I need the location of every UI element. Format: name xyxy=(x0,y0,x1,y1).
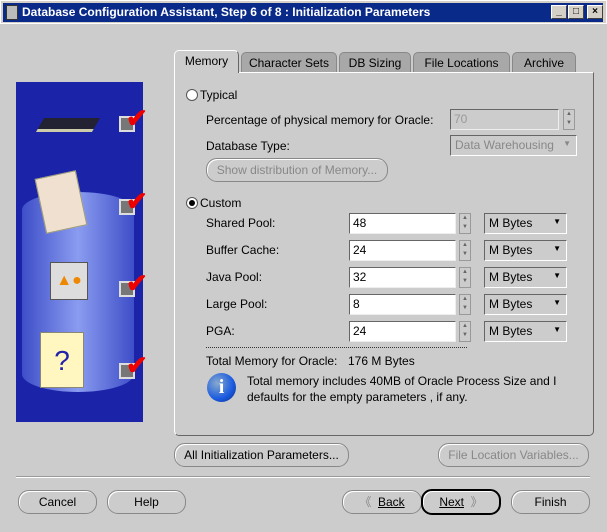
total-memory-label: Total Memory for Oracle: xyxy=(206,354,338,368)
chevron-down-icon: ▼ xyxy=(563,139,571,148)
file-location-variables-button[interactable]: File Location Variables... xyxy=(438,443,589,467)
memory-param-spinner[interactable]: ▲ ▼ xyxy=(459,267,471,288)
checkmark-icon: ✔ xyxy=(126,186,148,216)
wizard-steps-image: ▲● ? ✔ ✔ ✔ ✔ xyxy=(16,82,148,422)
all-initialization-parameters-button[interactable]: All Initialization Parameters... xyxy=(174,443,349,467)
chevron-down-icon: ▼ xyxy=(553,271,561,280)
total-memory-value: 176 M Bytes xyxy=(348,354,415,368)
memory-unit-value: M Bytes xyxy=(489,324,533,338)
memory-param-label: Large Pool: xyxy=(206,297,268,311)
minimize-button[interactable]: _ xyxy=(551,5,567,19)
memory-param-input[interactable]: 48 xyxy=(349,213,456,234)
percentage-label: Percentage of physical memory for Oracle… xyxy=(206,113,434,127)
memory-param-spinner[interactable]: ▲ ▼ xyxy=(459,321,471,342)
database-type-label: Database Type: xyxy=(206,139,290,153)
info-icon: i xyxy=(207,373,236,402)
next-label: Next xyxy=(439,495,464,509)
checkmark-icon: ✔ xyxy=(126,103,148,133)
custom-label: Custom xyxy=(200,196,242,210)
memory-param-input[interactable]: 24 xyxy=(349,240,456,261)
back-button[interactable]: 《 Back xyxy=(342,490,422,514)
next-button[interactable]: Next 》 xyxy=(421,489,501,515)
memory-param-label: Shared Pool: xyxy=(206,216,276,230)
memory-unit-select[interactable]: M Bytes ▼ xyxy=(484,294,567,315)
objects-icon: ▲● xyxy=(50,262,88,300)
percentage-input[interactable]: 70 xyxy=(450,109,559,130)
memory-unit-select[interactable]: M Bytes ▼ xyxy=(484,321,567,342)
cancel-button[interactable]: Cancel xyxy=(18,490,97,514)
help-document-icon: ? xyxy=(40,332,84,388)
window-title: Database Configuration Assistant, Step 6… xyxy=(22,5,431,19)
back-label: Back xyxy=(378,495,405,509)
memory-chip-icon xyxy=(35,118,101,132)
memory-unit-value: M Bytes xyxy=(489,216,533,230)
tab-character-sets[interactable]: Character Sets xyxy=(241,52,337,73)
checkmark-icon: ✔ xyxy=(126,268,148,298)
chevron-down-icon: ▼ xyxy=(553,298,561,307)
help-button[interactable]: Help xyxy=(107,490,186,514)
database-type-select[interactable]: Data Warehousing ▼ xyxy=(450,135,577,156)
database-type-value: Data Warehousing xyxy=(455,138,554,152)
tab-memory[interactable]: Memory xyxy=(174,50,239,73)
info-text-line1: Total memory includes 40MB of Oracle Pro… xyxy=(247,374,557,388)
divider xyxy=(206,347,467,348)
maximize-button[interactable]: □ xyxy=(568,5,584,19)
chevron-down-icon: ▼ xyxy=(553,325,561,334)
memory-param-label: Buffer Cache: xyxy=(206,243,280,257)
typical-radio[interactable] xyxy=(186,89,198,101)
app-icon xyxy=(6,5,18,20)
memory-unit-select[interactable]: M Bytes ▼ xyxy=(484,240,567,261)
checkmark-icon: ✔ xyxy=(126,350,148,380)
tab-archive[interactable]: Archive xyxy=(512,52,576,73)
memory-param-spinner[interactable]: ▲ ▼ xyxy=(459,294,471,315)
chevron-right-icon: 》 xyxy=(470,495,483,509)
show-distribution-button[interactable]: Show distribution of Memory... xyxy=(206,158,388,182)
memory-unit-value: M Bytes xyxy=(489,270,533,284)
chevron-down-icon: ▼ xyxy=(553,244,561,253)
memory-param-input[interactable]: 24 xyxy=(349,321,456,342)
finish-button[interactable]: Finish xyxy=(511,490,590,514)
typical-label: Typical xyxy=(200,88,238,102)
tab-file-locations[interactable]: File Locations xyxy=(413,52,510,73)
separator xyxy=(16,476,590,478)
chevron-down-icon: ▼ xyxy=(553,217,561,226)
memory-unit-value: M Bytes xyxy=(489,243,533,257)
tab-db-sizing[interactable]: DB Sizing xyxy=(339,52,411,73)
memory-unit-select[interactable]: M Bytes ▼ xyxy=(484,213,567,234)
memory-param-spinner[interactable]: ▲ ▼ xyxy=(459,240,471,261)
memory-param-label: PGA: xyxy=(206,324,235,338)
memory-param-input[interactable]: 8 xyxy=(349,294,456,315)
percentage-spinner[interactable]: ▲ ▼ xyxy=(563,109,575,130)
custom-radio[interactable] xyxy=(186,197,198,209)
close-button[interactable]: × xyxy=(587,5,603,19)
memory-param-spinner[interactable]: ▲ ▼ xyxy=(459,213,471,234)
memory-param-label: Java Pool: xyxy=(206,270,263,284)
memory-unit-select[interactable]: M Bytes ▼ xyxy=(484,267,567,288)
memory-unit-value: M Bytes xyxy=(489,297,533,311)
info-text-line2: defaults for the empty parameters , if a… xyxy=(247,390,468,404)
memory-param-input[interactable]: 32 xyxy=(349,267,456,288)
chevron-left-icon: 《 xyxy=(359,495,375,509)
